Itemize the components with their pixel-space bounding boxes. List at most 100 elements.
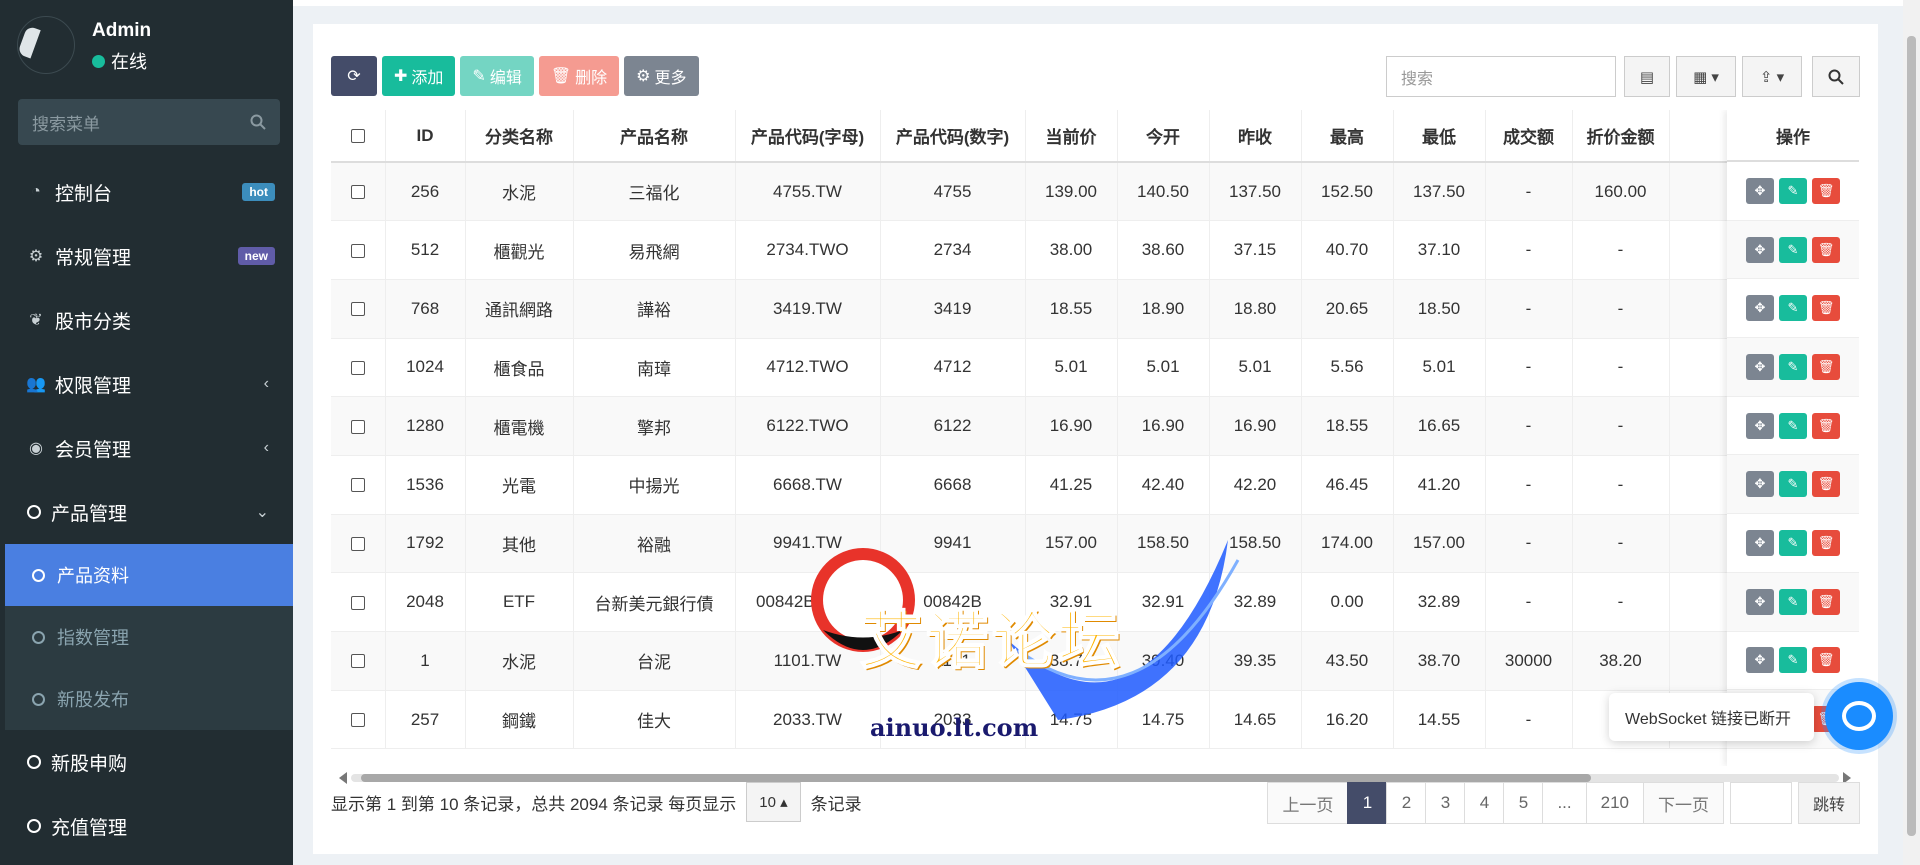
page-scrollbar[interactable] xyxy=(1903,0,1920,865)
column-header[interactable]: 分类名称 xyxy=(465,110,574,163)
table-row[interactable]: 512 櫃觀光 易飛網 2734.TWO 2734 38.00 38.60 37.15 40.7… xyxy=(331,220,1859,280)
table-cell: 裕融 xyxy=(573,514,736,574)
row-checkbox[interactable] xyxy=(350,419,365,434)
table-cell: 5.01 xyxy=(1025,338,1118,398)
toolbar: ⟳ ✚ 添加 ✎ 编辑 🗑 删除 ⚙ 更多 xyxy=(331,56,699,96)
row-edit-button[interactable]: ✎ xyxy=(1779,295,1807,322)
drag-button[interactable]: ✥ xyxy=(1746,588,1774,615)
page-button[interactable]: 2 xyxy=(1386,782,1427,824)
drag-button[interactable]: ✥ xyxy=(1746,177,1774,204)
column-header[interactable]: 产品名称 xyxy=(573,110,736,163)
row-checkbox[interactable] xyxy=(350,360,365,375)
sidebar-item-products[interactable]: 产品管理 ⌄ xyxy=(0,480,293,544)
sidebar-item-ipo-subscribe[interactable]: 新股申购 xyxy=(0,730,293,794)
drag-button[interactable]: ✥ xyxy=(1746,295,1774,322)
table-row[interactable]: 1280 櫃電機 擎邦 6122.TWO 6122 16.90 16.90 16.90 18.5… xyxy=(331,396,1859,456)
row-delete-button[interactable]: 🗑 xyxy=(1812,412,1840,439)
column-header[interactable]: 当前价 xyxy=(1025,110,1118,163)
sidebar-item-general[interactable]: ⚙ 常规管理 new xyxy=(0,224,293,288)
drag-button[interactable]: ✥ xyxy=(1746,353,1774,380)
jump-page-input[interactable] xyxy=(1729,782,1792,824)
refresh-button[interactable]: ⟳ xyxy=(331,56,377,96)
row-delete-button[interactable]: 🗑 xyxy=(1812,353,1840,380)
columns-dropdown-button[interactable]: ▦ ▾ xyxy=(1676,56,1736,97)
row-checkbox[interactable] xyxy=(350,478,365,493)
row-delete-button[interactable]: 🗑 xyxy=(1812,529,1840,556)
row-delete-button[interactable]: 🗑 xyxy=(1812,236,1840,263)
drag-button[interactable]: ✥ xyxy=(1746,529,1774,556)
column-header[interactable]: 产品代码(字母) xyxy=(735,110,881,163)
sidebar-subitem-product-info[interactable]: 产品资料 xyxy=(5,544,293,606)
sidebar-subitem-index[interactable]: 指数管理 xyxy=(5,606,293,668)
row-edit-button[interactable]: ✎ xyxy=(1779,412,1807,439)
row-checkbox[interactable] xyxy=(350,302,365,317)
hot-badge: hot xyxy=(242,183,275,201)
prev-page-button[interactable]: 上一页 xyxy=(1267,782,1349,824)
add-button[interactable]: ✚ 添加 xyxy=(382,56,456,96)
toggle-view-button[interactable]: ▤ xyxy=(1624,56,1670,97)
row-edit-button[interactable]: ✎ xyxy=(1779,588,1807,615)
page-button[interactable]: 1 xyxy=(1347,782,1388,824)
row-edit-button[interactable]: ✎ xyxy=(1779,471,1807,498)
column-header[interactable]: ID xyxy=(385,110,466,163)
row-edit-button[interactable]: ✎ xyxy=(1779,529,1807,556)
row-edit-button[interactable]: ✎ xyxy=(1779,177,1807,204)
row-checkbox[interactable] xyxy=(350,185,365,200)
column-header[interactable]: 昨收 xyxy=(1209,110,1302,163)
sidebar-subitem-ipo-publish[interactable]: 新股发布 xyxy=(5,668,293,730)
column-header[interactable]: 成交额 xyxy=(1485,110,1573,163)
drag-button[interactable]: ✥ xyxy=(1746,471,1774,498)
export-dropdown-button[interactable]: ⇪ ▾ xyxy=(1742,56,1802,97)
more-button[interactable]: ⚙ 更多 xyxy=(624,56,699,96)
delete-button[interactable]: 🗑 删除 xyxy=(538,56,620,96)
page-button[interactable]: 210 xyxy=(1585,782,1644,824)
row-delete-button[interactable]: 🗑 xyxy=(1812,471,1840,498)
row-checkbox[interactable] xyxy=(350,536,365,551)
row-checkbox[interactable] xyxy=(350,595,365,610)
sidebar-item-market-category[interactable]: ❦ 股市分类 xyxy=(0,288,293,352)
row-delete-button[interactable]: 🗑 xyxy=(1812,647,1840,674)
column-header[interactable]: 折价金额 xyxy=(1572,110,1670,163)
edit-button[interactable]: ✎ 编辑 xyxy=(460,56,534,96)
scroll-thumb[interactable] xyxy=(361,774,1591,782)
select-all-checkbox[interactable] xyxy=(350,129,365,144)
avatar[interactable] xyxy=(17,16,75,74)
page-size-select[interactable]: 10 ▴ xyxy=(746,782,801,822)
column-header[interactable]: 最低 xyxy=(1393,110,1486,163)
drag-button[interactable]: ✥ xyxy=(1746,412,1774,439)
drag-button[interactable]: ✥ xyxy=(1746,647,1774,674)
next-page-button[interactable]: 下一页 xyxy=(1642,782,1724,824)
sidebar-item-permissions[interactable]: 👥 权限管理 ‹ xyxy=(0,352,293,416)
row-checkbox[interactable] xyxy=(350,243,365,258)
table-row[interactable]: 1536 光電 中揚光 6668.TW 6668 41.25 42.40 42.20 46.45… xyxy=(331,455,1859,515)
row-edit-button[interactable]: ✎ xyxy=(1779,353,1807,380)
chat-button[interactable] xyxy=(1825,682,1893,750)
row-delete-button[interactable]: 🗑 xyxy=(1812,177,1840,204)
page-scroll-thumb[interactable] xyxy=(1907,36,1916,836)
table-row[interactable]: 256 水泥 三福化 4755.TW 4755 139.00 140.50 137.50 152… xyxy=(331,162,1859,222)
table-row[interactable]: 1792 其他 裕融 9941.TW 9941 157.00 158.50 158.50 174… xyxy=(331,514,1859,574)
row-edit-button[interactable]: ✎ xyxy=(1779,236,1807,263)
table-search-input[interactable]: 搜索 xyxy=(1386,56,1616,97)
sidebar-item-dashboard[interactable]: ◔ 控制台 hot xyxy=(0,160,293,224)
table-row[interactable]: 768 通訊網路 譁裕 3419.TW 3419 18.55 18.90 18.80 20.65… xyxy=(331,279,1859,339)
jump-button[interactable]: 跳转 xyxy=(1797,782,1860,824)
row-checkbox[interactable] xyxy=(350,713,365,728)
page-button[interactable]: 5 xyxy=(1503,782,1544,824)
sidebar-item-recharge[interactable]: 充值管理 xyxy=(0,794,293,858)
column-header[interactable]: 产品代码(数字) xyxy=(880,110,1026,163)
page-button[interactable]: 3 xyxy=(1425,782,1466,824)
row-checkbox[interactable] xyxy=(350,654,365,669)
drag-button[interactable]: ✥ xyxy=(1746,236,1774,263)
search-button[interactable] xyxy=(1812,56,1860,97)
page-button[interactable]: 4 xyxy=(1464,782,1505,824)
sidebar-search-input[interactable]: 搜索菜单 xyxy=(18,99,280,145)
table-row[interactable]: 1024 櫃食品 南璋 4712.TWO 4712 5.01 5.01 5.01 5.56 5.0… xyxy=(331,338,1859,398)
column-header[interactable]: 最高 xyxy=(1301,110,1394,163)
row-delete-button[interactable]: 🗑 xyxy=(1812,588,1840,615)
column-header[interactable]: 今开 xyxy=(1117,110,1210,163)
table-cell: 2734 xyxy=(880,220,1026,280)
row-edit-button[interactable]: ✎ xyxy=(1779,647,1807,674)
row-delete-button[interactable]: 🗑 xyxy=(1812,295,1840,322)
sidebar-item-members[interactable]: ◉ 会员管理 ‹ xyxy=(0,416,293,480)
